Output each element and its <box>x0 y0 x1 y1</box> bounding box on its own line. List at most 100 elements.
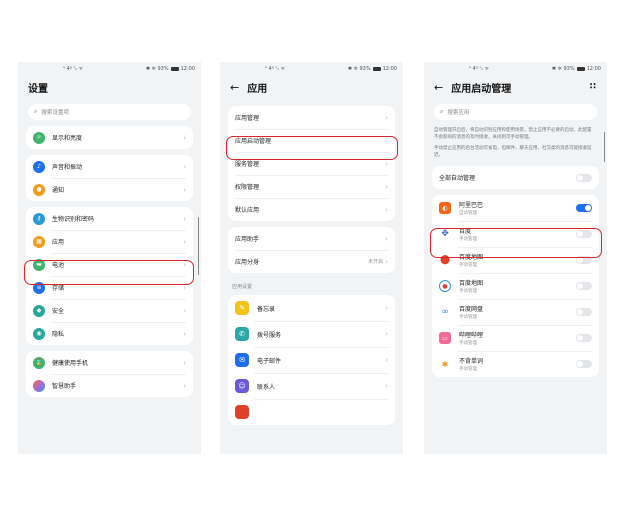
settings-item-security[interactable]: ◆ 安全 › <box>26 299 193 322</box>
settings-item-label: 应用 <box>52 239 65 246</box>
apps-screen: ᵃ 4ᵍ ˢᵢₗ ᯤ ✱ ✲ 93% 12:00 ← 应用 应用管理 › 应用启… <box>220 62 403 454</box>
settings-item-label: 安全 <box>52 308 65 315</box>
highlight-app-launch <box>226 136 398 160</box>
chevron-right-icon: › <box>183 162 186 171</box>
settings-screen: ᵃ 4ᵍ ˢᵢₗ ᯤ ✱ ✲ 93% 12:00 设置 ⌕ 搜索设置项 ☼ 显示… <box>18 62 201 454</box>
app-row-baidu-netdisk[interactable]: ∞ 百度网盘 手动管理 <box>432 299 599 325</box>
bell-icon: ● <box>33 183 45 196</box>
back-arrow-icon[interactable]: ← <box>230 81 239 94</box>
chevron-right-icon: › <box>183 358 186 367</box>
settings-item-display[interactable]: ☼ 显示和亮度 › <box>26 126 193 149</box>
settings-item-label: 健康使用手机 <box>52 360 89 367</box>
map-pin-icon: ● <box>439 280 451 292</box>
section-label: 应用设置 <box>232 284 253 290</box>
settings-item-biometrics[interactable]: ⚷ 生物识别和密码 › <box>26 207 193 230</box>
status-signal: ᵃ 4ᵍ ˢᵢₗ ᯤ <box>63 66 84 72</box>
app-name: 哔哩哔哩 <box>459 332 484 339</box>
chevron-right-icon: › <box>385 113 388 122</box>
launch-toggle[interactable] <box>576 204 592 212</box>
search-placeholder: 搜索应用 <box>447 110 470 116</box>
settings-item-label: 生物识别和密码 <box>52 216 95 223</box>
menu-item-permissions[interactable]: 权限管理 › <box>228 175 395 198</box>
status-bar: ᵃ 4ᵍ ˢᵢₗ ᯤ ✱ ✲ 93% 12:00 <box>424 62 607 76</box>
status-signal: ᵃ 4ᵍ ˢᵢₗ ᯤ <box>469 66 490 72</box>
app-label: 拨号服务 <box>257 331 282 339</box>
app-name: 百度地图 <box>459 280 484 287</box>
launch-toggle[interactable] <box>576 334 592 342</box>
settings-item-notifications[interactable]: ● 通知 › <box>26 178 193 201</box>
words-icon: ✱ <box>439 358 451 370</box>
app-row-baidu-map-2[interactable]: ● 百度地图 手动管理 <box>432 273 599 299</box>
phone-icon: ✆ <box>235 327 249 341</box>
highlight-apps <box>24 260 194 285</box>
key-icon: ⚷ <box>33 212 45 225</box>
menu-item-app-assistant[interactable]: 应用助手 › <box>228 227 395 250</box>
app-row-bilibili[interactable]: ▭ 哔哩哔哩 手动管理 <box>432 325 599 351</box>
assistant-icon <box>33 379 45 392</box>
launch-toggle[interactable] <box>576 308 592 316</box>
chevron-right-icon: › <box>385 182 388 191</box>
settings-item-label: 智慧助手 <box>52 383 77 390</box>
launch-toggle[interactable] <box>576 282 592 290</box>
chevron-right-icon: › <box>385 257 388 266</box>
battery-status-icon <box>372 67 381 71</box>
app-name: 阿里巴巴 <box>459 202 484 209</box>
settings-item-label: 通知 <box>52 187 65 194</box>
launch-toggle[interactable] <box>576 360 592 368</box>
chevron-right-icon: › <box>385 382 388 390</box>
status-value: 未开启 <box>368 259 384 265</box>
status-time: 12:00 <box>382 66 397 72</box>
chevron-right-icon: › <box>183 185 186 194</box>
status-signal: ᵃ 4ᵍ ˢᵢₗ ᯤ <box>265 66 286 72</box>
app-name: 百度网盘 <box>459 306 484 313</box>
search-input[interactable]: ⌕ 搜索设置项 <box>28 104 191 120</box>
settings-item-sound[interactable]: ♪ 声音和振动 › <box>26 155 193 178</box>
hourglass-icon: ⌛ <box>33 356 45 369</box>
settings-item-assistant[interactable]: 智慧助手 › <box>26 374 193 397</box>
chevron-right-icon: › <box>183 306 186 315</box>
menu-item-label: 默认应用 <box>235 207 260 214</box>
all-auto-manage-row[interactable]: 全部自动管理 <box>432 166 599 189</box>
app-item-dialer[interactable]: ✆ 拨号服务 › <box>228 321 395 347</box>
mail-icon: ✉ <box>235 353 249 367</box>
app-item-partial[interactable] <box>228 399 395 425</box>
app-mode: 手动管理 <box>459 263 477 268</box>
description-text: 手动禁止应用的后台活动可省电，但邮件、聊天应用、社交类的消息可能接收延迟。 <box>434 146 592 158</box>
cloud-drive-icon: ∞ <box>439 306 451 318</box>
settings-item-privacy[interactable]: ◉ 隐私 › <box>26 322 193 345</box>
app-icon <box>235 405 249 419</box>
all-auto-manage-toggle[interactable] <box>576 173 592 182</box>
menu-item-app-twin[interactable]: 应用分身 未开启 › <box>228 250 395 273</box>
menu-item-label: 服务管理 <box>235 161 260 168</box>
chevron-right-icon: › <box>385 159 388 168</box>
app-item-contacts[interactable]: ☺ 联系人 › <box>228 373 395 399</box>
bilibili-icon: ▭ <box>439 332 451 344</box>
search-icon: ⌕ <box>440 108 444 115</box>
app-item-memo[interactable]: ✎ 备忘录 › <box>228 295 395 321</box>
scrollbar[interactable] <box>197 217 199 275</box>
apps-icon: ▦ <box>33 235 45 248</box>
status-time: 12:00 <box>180 66 195 72</box>
menu-item-default-apps[interactable]: 默认应用 › <box>228 198 395 221</box>
back-arrow-icon[interactable]: ← <box>434 81 443 94</box>
menu-item-app-management[interactable]: 应用管理 › <box>228 106 395 129</box>
more-options-icon[interactable]: ∷ <box>590 82 597 92</box>
menu-item-label: 权限管理 <box>235 184 260 191</box>
status-bar: ᵃ 4ᵍ ˢᵢₗ ᯤ ✱ ✲ 93% 12:00 <box>18 62 201 76</box>
menu-item-label: 应用助手 <box>235 236 260 243</box>
settings-item-label: 显示和亮度 <box>52 135 83 142</box>
app-mode: 手动管理 <box>459 367 477 372</box>
app-item-email[interactable]: ✉ 电子邮件 › <box>228 347 395 373</box>
page-title: 应用 <box>247 83 268 95</box>
app-row-bubei[interactable]: ✱ 不背单词 手动管理 <box>432 351 599 377</box>
app-row-alibaba[interactable]: ◐ 阿里巴巴 自动管理 <box>432 195 599 221</box>
scrollbar[interactable] <box>603 132 605 162</box>
status-right: ✱ ✲ 93% <box>145 66 169 72</box>
app-label: 备忘录 <box>257 305 276 313</box>
search-input[interactable]: ⌕ 搜索应用 <box>434 104 597 120</box>
settings-item-digital-balance[interactable]: ⌛ 健康使用手机 › <box>26 351 193 374</box>
settings-item-apps[interactable]: ▦ 应用 › <box>26 230 193 253</box>
status-right: ✱ ✲ 93% <box>551 66 575 72</box>
menu-item-label: 应用管理 <box>235 115 260 122</box>
settings-item-label: 声音和振动 <box>52 164 83 171</box>
